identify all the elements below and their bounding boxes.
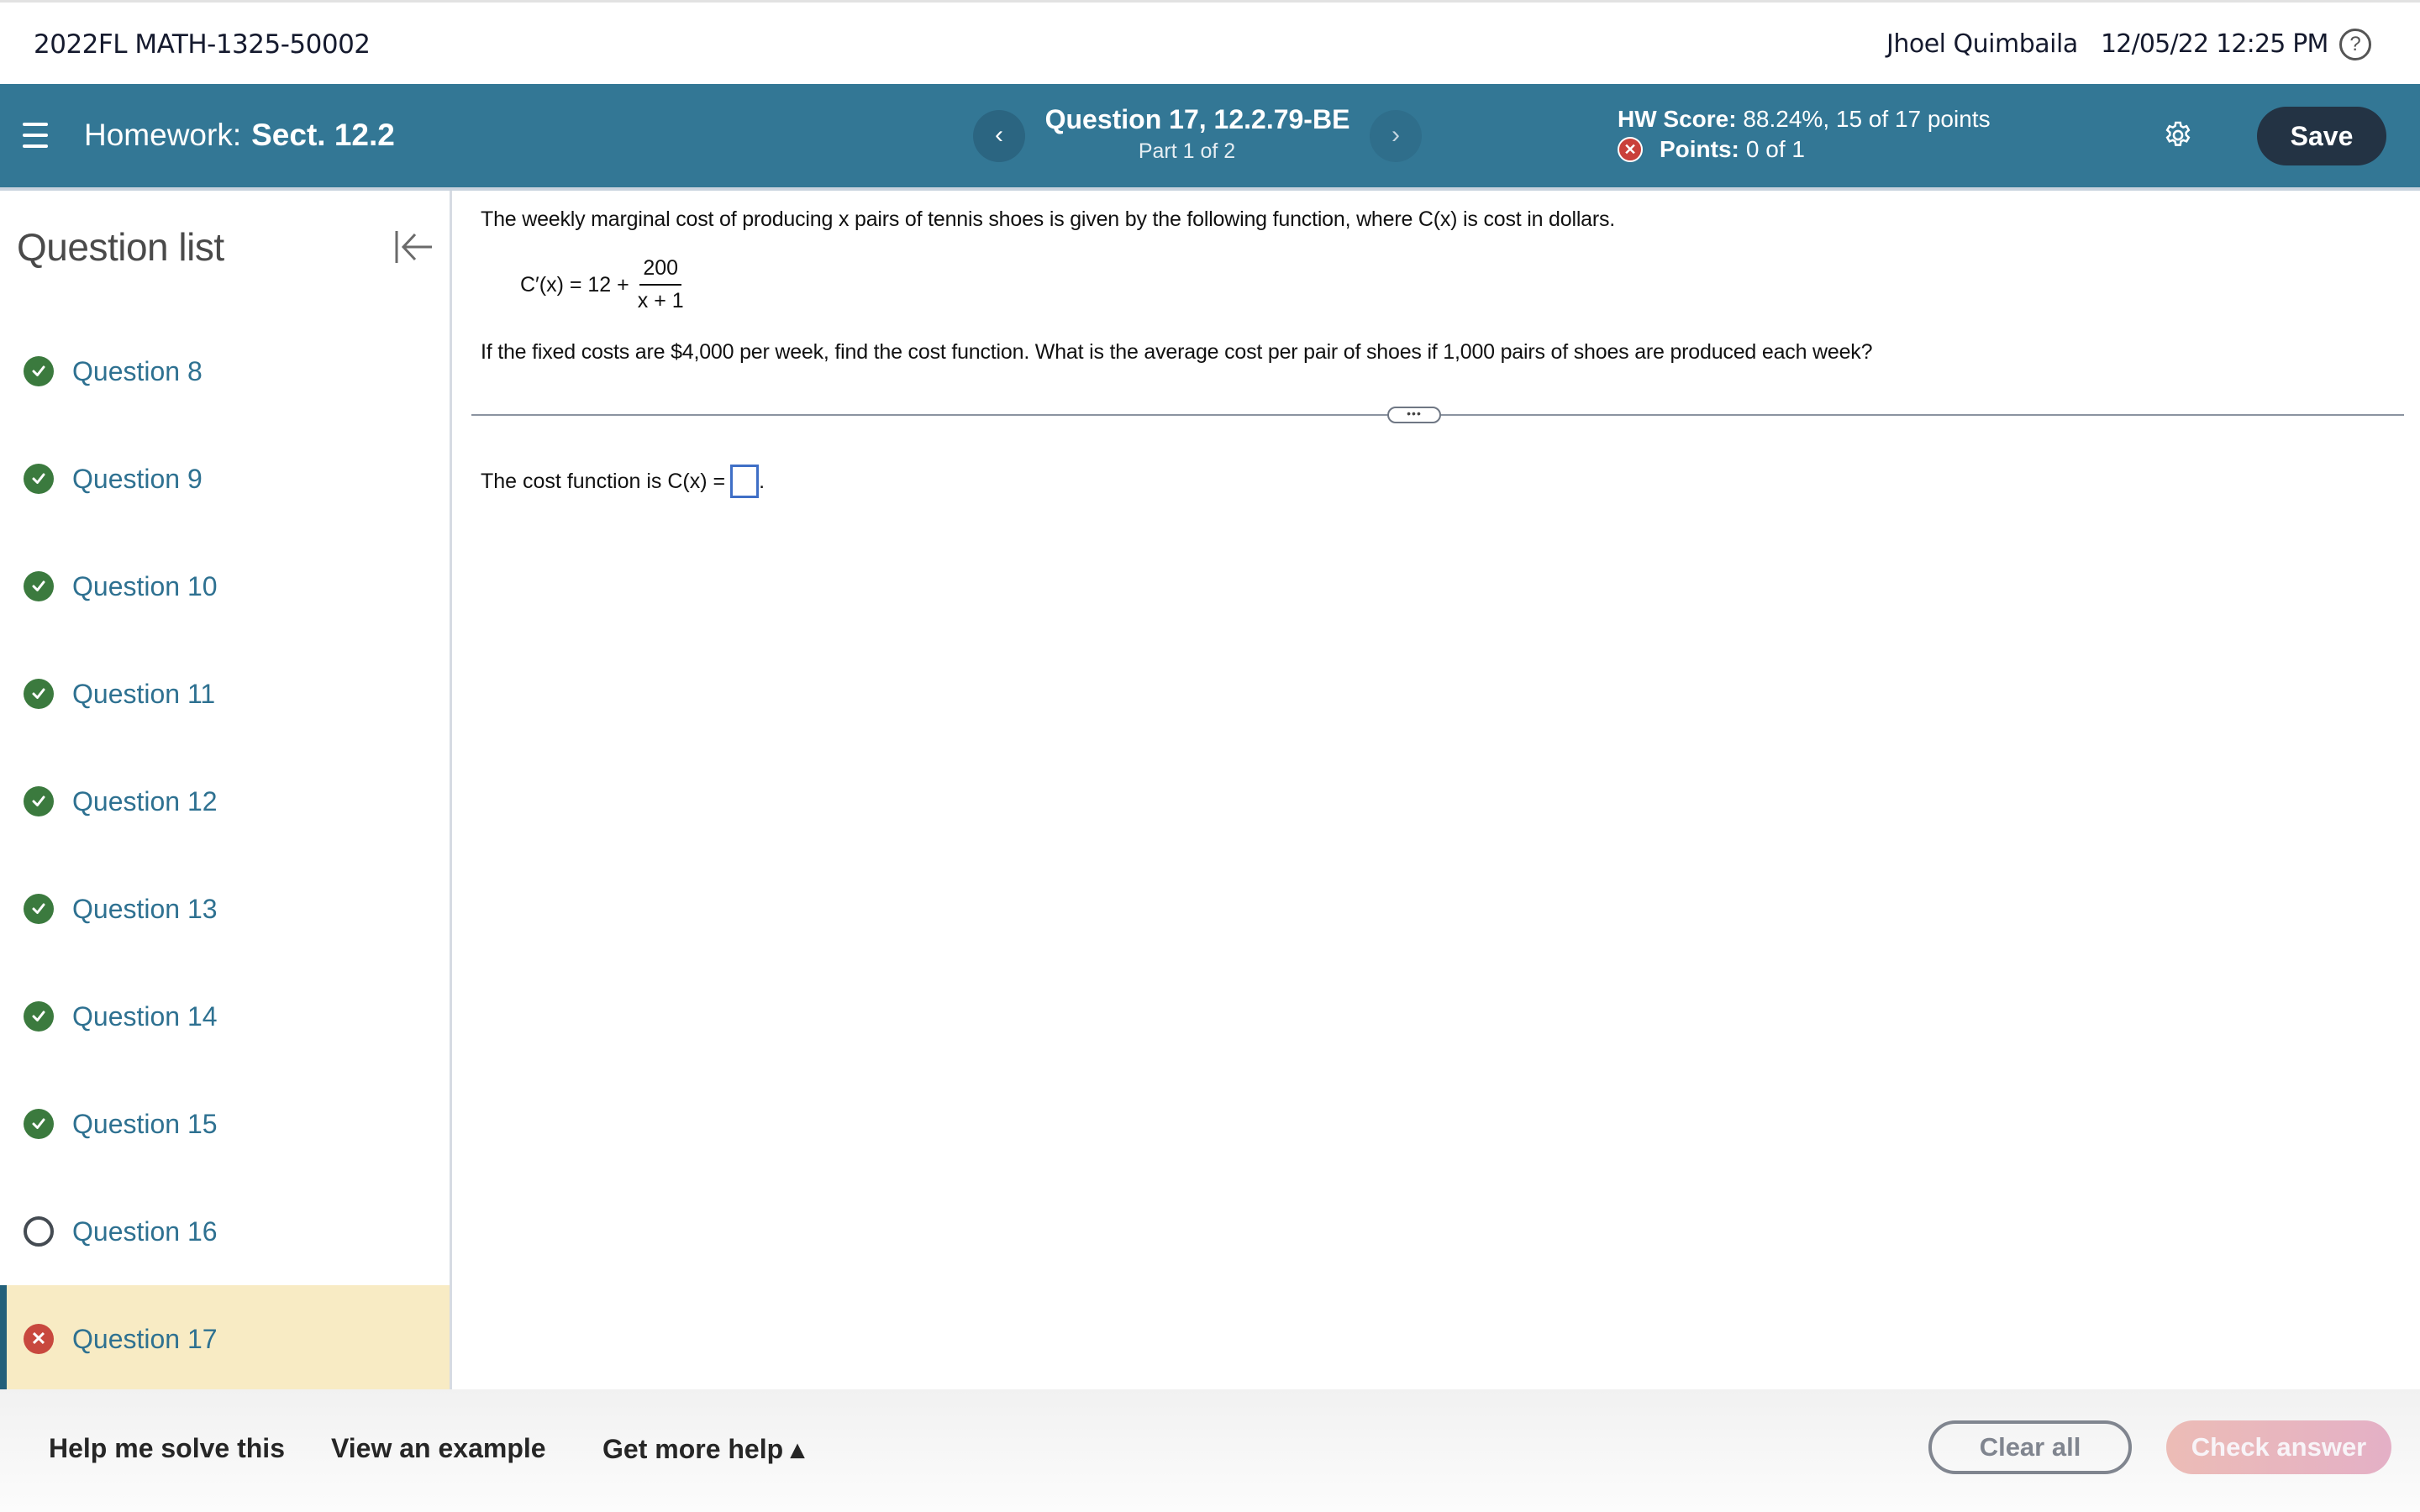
view-example-button[interactable]: View an example — [331, 1433, 546, 1464]
hw-score-value: 88.24%, 15 of 17 points — [1743, 106, 1991, 132]
homework-name: Sect. 12.2 — [251, 118, 395, 152]
correct-check-icon — [24, 1109, 54, 1139]
formula-numerator: 200 — [639, 256, 682, 286]
assignment-header: Homework: Sect. 12.2 ‹ Question 17, 12.2.… — [0, 84, 2420, 191]
correct-check-icon — [24, 786, 54, 816]
question-list-item[interactable]: ✕ Question 17 — [0, 1285, 450, 1393]
settings-gear-icon[interactable] — [2162, 118, 2194, 152]
help-footer: Help me solve this View an example Get m… — [0, 1389, 2420, 1512]
question-list-item-label: Question 15 — [72, 1108, 218, 1139]
question-list-item-label: Question 16 — [72, 1215, 218, 1247]
top-bar: 2022FL MATH-1325-50002 Jhoel Quimbaila 1… — [0, 0, 2420, 84]
question-list-item[interactable]: Question 15 — [0, 1070, 450, 1178]
question-title: Question 17, 12.2.79-BE — [1044, 104, 1350, 134]
question-prompt: If the fixed costs are $4,000 per week, … — [481, 340, 1873, 364]
question-list-item-label: Question 10 — [72, 570, 218, 601]
user-name: Jhoel Quimbaila — [1886, 29, 2078, 59]
question-list-item[interactable]: Question 12 — [0, 748, 450, 855]
question-list-item-label: Question 17 — [72, 1323, 218, 1354]
answer-prefix: The cost function is C(x) = — [481, 469, 726, 493]
save-button[interactable]: Save — [2257, 107, 2386, 165]
homework-title: Homework: Sect. 12.2 — [84, 118, 395, 153]
formula-fraction: 200 x + 1 — [638, 256, 684, 313]
question-list-item-label: Question 9 — [72, 463, 203, 494]
question-points: ✕ Points: 0 of 1 — [1618, 136, 1805, 163]
question-intro: The weekly marginal cost of producing x … — [481, 207, 1616, 231]
question-list-item[interactable]: Question 13 — [0, 855, 450, 963]
question-list-item[interactable]: Question 14 — [0, 963, 450, 1070]
collapse-sidebar-icon[interactable] — [393, 228, 434, 266]
correct-check-icon — [24, 356, 54, 386]
unanswered-circle-icon — [24, 1216, 54, 1247]
question-list-sidebar: Question list Question 8 Question 9 Questi… — [0, 191, 452, 1393]
hw-score-label: HW Score: — [1618, 106, 1737, 132]
question-list-item-label: Question 11 — [72, 678, 216, 709]
answer-line: The cost function is C(x) = . — [481, 465, 765, 498]
homework-prefix: Homework: — [84, 118, 242, 152]
question-list-title: Question list — [17, 225, 224, 269]
points-label: Points: — [1660, 136, 1739, 162]
points-value: 0 of 1 — [1745, 136, 1805, 162]
incorrect-icon: ✕ — [1618, 137, 1643, 162]
clear-all-button[interactable]: Clear all — [1928, 1420, 2132, 1474]
correct-check-icon — [24, 1001, 54, 1032]
formula-lhs: C′(x) = 12 + — [520, 272, 629, 297]
datetime: 12/05/22 12:25 PM — [2101, 29, 2328, 59]
get-more-help-button[interactable]: Get more help ▴ — [602, 1433, 804, 1465]
help-icon[interactable]: ? — [2339, 29, 2371, 60]
correct-check-icon — [24, 894, 54, 924]
question-list-item[interactable]: Question 10 — [0, 533, 450, 640]
question-list-item-label: Question 12 — [72, 785, 218, 816]
question-list-item-label: Question 13 — [72, 893, 218, 924]
course-title: 2022FL MATH-1325-50002 — [34, 29, 371, 60]
cost-function-answer-input[interactable] — [730, 465, 760, 498]
question-list-item[interactable]: Question 11 — [0, 640, 450, 748]
question-list-item[interactable]: Question 8 — [0, 318, 450, 425]
formula-denominator: x + 1 — [637, 289, 684, 312]
expand-more-button[interactable]: ••• — [1387, 407, 1441, 423]
incorrect-x-icon: ✕ — [24, 1324, 54, 1354]
correct-check-icon — [24, 679, 54, 709]
next-question-button[interactable]: › — [1370, 110, 1422, 162]
correct-check-icon — [24, 464, 54, 494]
question-list-item-label: Question 8 — [72, 355, 203, 386]
question-part: Part 1 of 2 — [1138, 139, 1236, 163]
help-me-solve-button[interactable]: Help me solve this — [49, 1433, 285, 1464]
question-panel: The weekly marginal cost of producing x … — [455, 191, 2420, 1389]
check-answer-button[interactable]: Check answer — [2166, 1420, 2391, 1474]
answer-suffix: . — [759, 469, 765, 493]
correct-check-icon — [24, 571, 54, 601]
hamburger-menu-icon[interactable] — [23, 123, 48, 150]
question-list-item[interactable]: Question 9 — [0, 425, 450, 533]
question-list-item-label: Question 14 — [72, 1000, 218, 1032]
marginal-cost-formula: C′(x) = 12 + 200 x + 1 — [520, 256, 684, 313]
question-list-item[interactable]: Question 16 — [0, 1178, 450, 1285]
hw-score: HW Score: 88.24%, 15 of 17 points — [1618, 106, 1991, 133]
